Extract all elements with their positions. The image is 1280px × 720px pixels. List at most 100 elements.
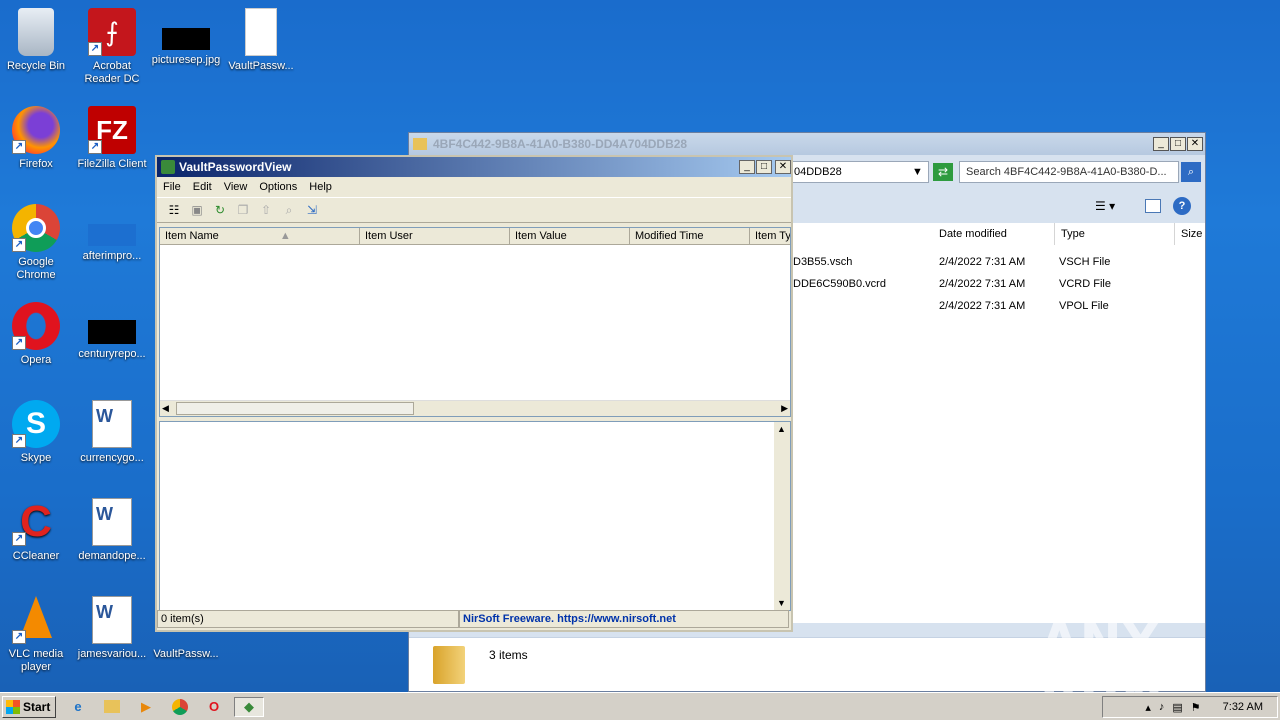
status-bar: 0 item(s) NirSoft Freeware. https://www.…	[157, 610, 791, 630]
file-icon	[88, 224, 136, 246]
desktop-icon-centuryrepo[interactable]: centuryrepo...	[74, 298, 150, 386]
column-item-type[interactable]: Item Ty	[750, 228, 790, 244]
desktop-icon-label: centuryrepo...	[78, 348, 146, 360]
preview-pane-button[interactable]	[1145, 199, 1161, 213]
action-center-flag-icon[interactable]: ⚑	[1191, 701, 1201, 714]
nirsoft-link[interactable]: NirSoft Freeware. https://www.nirsoft.ne…	[459, 610, 789, 628]
vertical-scrollbar[interactable]: ▲ ▼	[774, 422, 790, 610]
desktop-icon-picturesep[interactable]: picturesep.jpg	[148, 4, 224, 92]
app-icon	[161, 160, 175, 174]
opera-taskbar-icon[interactable]: O	[204, 697, 224, 717]
close-button[interactable]: ✕	[775, 160, 791, 174]
desktop-icon-label: Opera	[20, 354, 52, 366]
desktop-icon-acrobat[interactable]: ⨍ ↗ Acrobat Reader DC	[74, 4, 150, 92]
desktop-icon-label: Acrobat Reader DC	[84, 60, 140, 85]
word-doc-icon: W	[92, 498, 132, 546]
column-type[interactable]: Type	[1055, 223, 1175, 245]
minimize-button[interactable]: _	[1153, 137, 1169, 151]
menu-help[interactable]: Help	[309, 181, 332, 193]
desktop-icon-vaultpassw-file[interactable]: VaultPassw...	[223, 4, 299, 92]
explorer-icon[interactable]	[102, 697, 122, 717]
vaultpasswordview-taskbar-button[interactable]: ◆	[234, 696, 264, 717]
help-icon[interactable]: ?	[1173, 197, 1191, 215]
network-icon[interactable]: ▤	[1172, 701, 1182, 714]
scroll-right-icon[interactable]: ▶	[781, 403, 788, 414]
column-item-value[interactable]: Item Value	[510, 228, 630, 244]
desktop-icon-chrome[interactable]: ↗ Google Chrome	[0, 200, 74, 288]
menu-file[interactable]: File	[163, 181, 181, 193]
image-file-icon	[162, 28, 210, 50]
listview-header: Item Name ▲ Item User Item Value Modifie…	[160, 228, 790, 245]
desktop-icon-vlc[interactable]: ↗ VLC media player	[0, 592, 74, 680]
refresh-button[interactable]: ⇄	[933, 163, 953, 181]
file-name: D3B55.vsch	[793, 256, 853, 268]
properties-icon[interactable]: ☷	[165, 201, 183, 219]
search-icon[interactable]: ⌕	[1181, 162, 1201, 182]
close-button[interactable]: ✕	[1187, 137, 1203, 151]
column-modified-time[interactable]: Modified Time	[630, 228, 750, 244]
export-icon[interactable]: ⇧	[257, 201, 275, 219]
exit-icon[interactable]: ⇲	[303, 201, 321, 219]
scroll-left-icon[interactable]: ◀	[162, 403, 169, 414]
taskbar: Start e ▶ O ◆ ▴ ♪ ▤ ⚑ 7:32 AM	[0, 692, 1280, 720]
desktop-icon-label: Recycle Bin	[6, 60, 66, 72]
items-listview[interactable]: Item Name ▲ Item User Item Value Modifie…	[159, 227, 791, 417]
explorer-title: 4BF4C442-9B8A-41A0-B380-DD4A704DDB28	[433, 137, 688, 151]
tray-expand-icon[interactable]: ▴	[1145, 701, 1151, 714]
desktop-icon-recycle-bin[interactable]: Recycle Bin	[0, 4, 74, 92]
desktop-icon-label: afterimpro...	[82, 250, 142, 262]
find-icon[interactable]: ⌕	[280, 201, 298, 219]
internet-explorer-icon[interactable]: e	[68, 697, 88, 717]
chrome-icon: ↗	[12, 204, 60, 252]
maximize-button[interactable]: □	[1170, 137, 1186, 151]
desktop-icon-jamesvariou[interactable]: W jamesvariou...	[74, 592, 150, 680]
desktop-icon-ccleaner[interactable]: C ↗ CCleaner	[0, 494, 74, 582]
desktop-icon-filezilla[interactable]: FZ ↗ FileZilla Client	[74, 102, 150, 190]
vlc-icon: ↗	[12, 596, 60, 644]
column-item-name[interactable]: Item Name ▲	[160, 228, 360, 244]
file-icon	[245, 8, 277, 56]
scroll-down-icon[interactable]: ▼	[777, 598, 786, 608]
column-item-user[interactable]: Item User	[360, 228, 510, 244]
volume-icon[interactable]: ♪	[1159, 701, 1165, 713]
search-input[interactable]: Search 4BF4C442-9B8A-41A0-B380-D...	[959, 161, 1179, 183]
file-date: 2/4/2022 7:31 AM	[939, 300, 1026, 312]
chrome-taskbar-icon[interactable]	[170, 697, 190, 717]
column-size[interactable]: Size	[1175, 223, 1205, 245]
folder-icon	[413, 138, 427, 150]
desktop-icon-afterimpro[interactable]: afterimpro...	[74, 200, 150, 288]
maximize-button[interactable]: □	[756, 160, 772, 174]
scroll-up-icon[interactable]: ▲	[777, 424, 786, 434]
detail-pane[interactable]: ▲ ▼	[159, 421, 791, 611]
save-icon[interactable]: ▣	[188, 201, 206, 219]
refresh-icon[interactable]: ↻	[211, 201, 229, 219]
desktop-icon-firefox[interactable]: ↗ Firefox	[0, 102, 74, 190]
desktop-icon-skype[interactable]: S ↗ Skype	[0, 396, 74, 484]
desktop-icon-label: Skype	[20, 452, 52, 464]
ccleaner-icon: C ↗	[12, 498, 60, 546]
menu-edit[interactable]: Edit	[193, 181, 212, 193]
chevron-down-icon[interactable]: ▼	[912, 166, 923, 178]
address-text: 04DDB28	[794, 166, 842, 178]
menu-bar: File Edit View Options Help	[157, 177, 791, 197]
horizontal-scrollbar[interactable]: ◀ ▶	[160, 400, 790, 416]
file-date: 2/4/2022 7:31 AM	[939, 256, 1026, 268]
desktop-icon-label: VaultPassw...	[228, 60, 294, 72]
desktop-icon-label: Google Chrome	[16, 256, 56, 281]
word-doc-icon: W	[92, 596, 132, 644]
minimize-button[interactable]: _	[739, 160, 755, 174]
menu-view[interactable]: View	[224, 181, 248, 193]
start-button[interactable]: Start	[2, 695, 56, 718]
column-date-modified[interactable]: Date modified	[933, 223, 1055, 245]
clock[interactable]: 7:32 AM	[1223, 701, 1263, 713]
menu-options[interactable]: Options	[259, 181, 297, 193]
media-player-icon[interactable]: ▶	[136, 697, 156, 717]
desktop-icon-opera[interactable]: ↗ Opera	[0, 298, 74, 386]
desktop-icon-currencygo[interactable]: W currencygo...	[74, 396, 150, 484]
views-button[interactable]: ☰ ▾	[1095, 199, 1115, 213]
copy-icon[interactable]: ❐	[234, 201, 252, 219]
scrollbar-thumb[interactable]	[176, 402, 414, 415]
desktop-icon-demandope[interactable]: W demandope...	[74, 494, 150, 582]
file-type: VSCH File	[1059, 256, 1111, 268]
filezilla-icon: FZ ↗	[88, 106, 136, 154]
